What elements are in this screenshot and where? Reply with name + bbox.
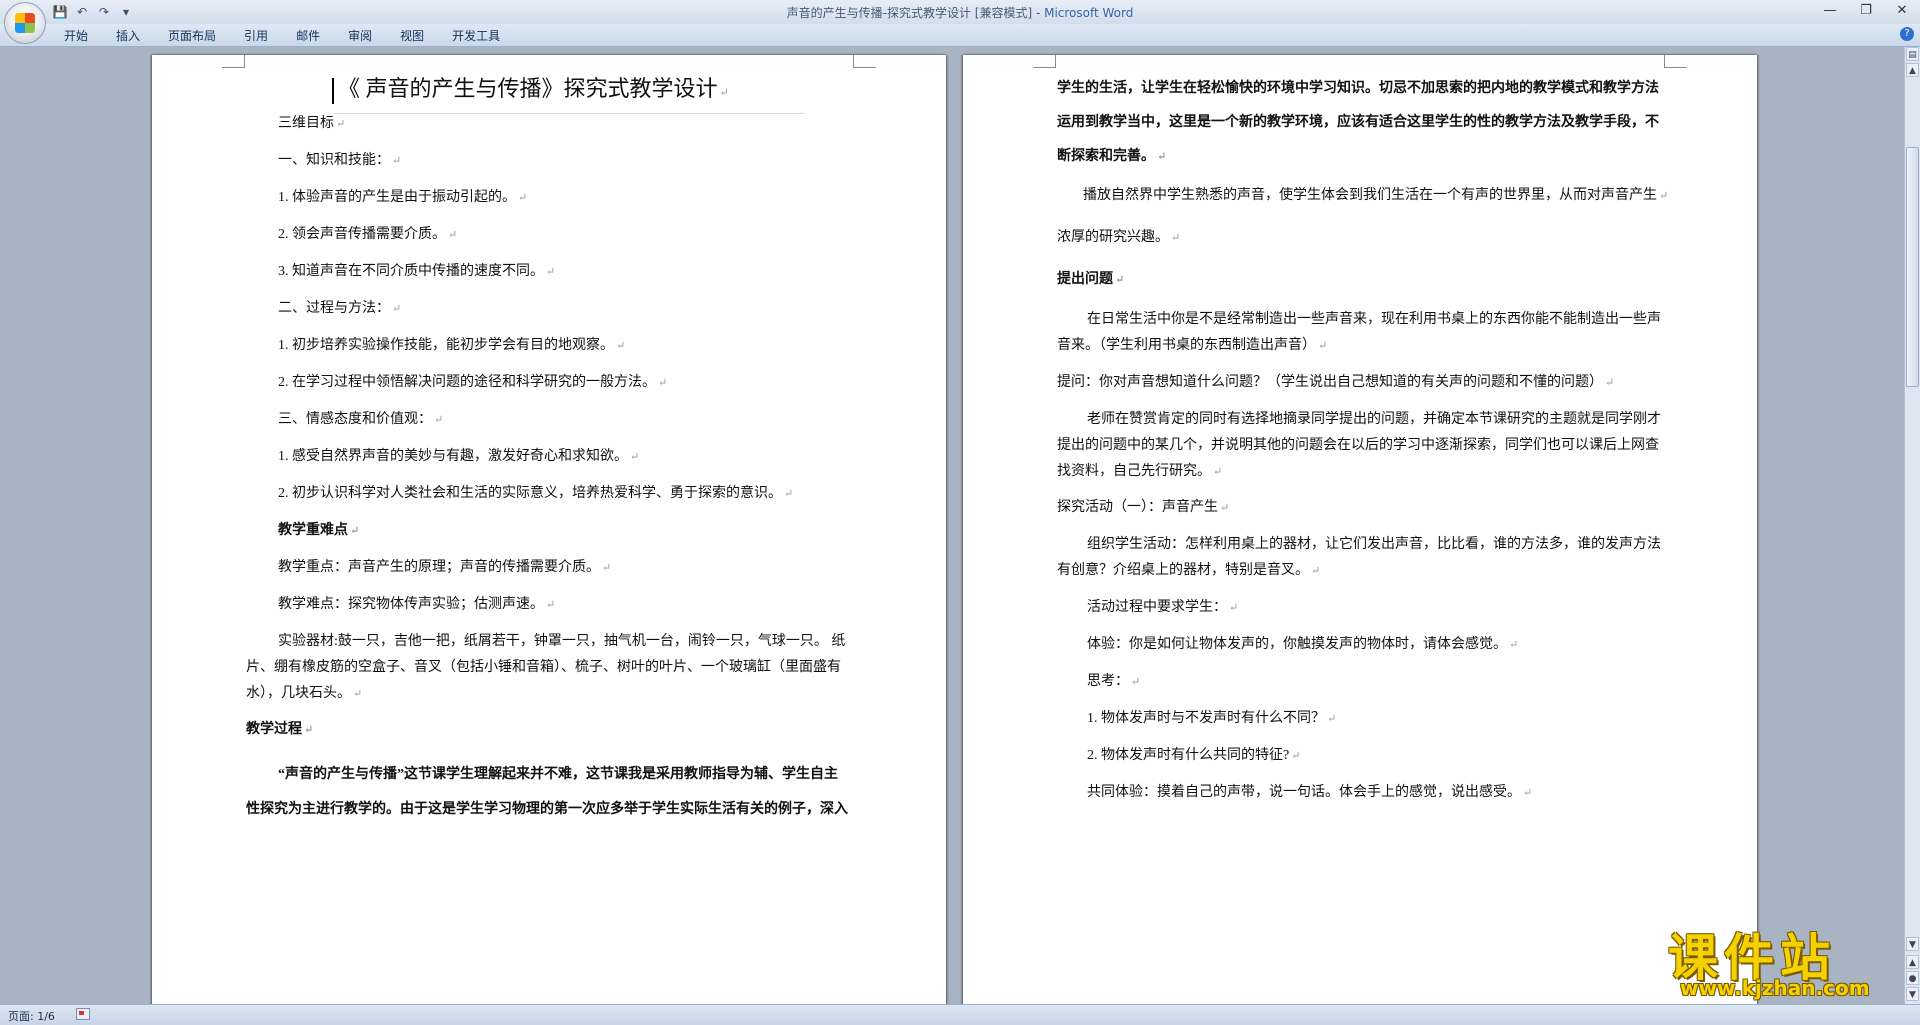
tab-insert[interactable]: 插入 [102, 26, 154, 46]
watermark-url: www.kjzhan.com [1680, 976, 1870, 1000]
heading-rule [334, 113, 804, 114]
paragraph-line: 实验器材:鼓一只，吉他一把，纸屑若干，钟罩一只，抽气机一台，闹铃一只，气球一只。… [278, 634, 846, 649]
paragraph: 二、过程与方法： ↵ [278, 301, 402, 316]
ribbon-tab-bar: 开始 插入 页面布局 引用 邮件 审阅 视图 开发工具 ? [0, 24, 1920, 47]
office-button[interactable] [4, 2, 46, 44]
paragraph: 1. 初步培养实验操作技能，能初步学会有目的地观察。 ↵ [278, 338, 626, 353]
tab-view[interactable]: 视图 [386, 26, 438, 46]
paragraph-mark: ↵ [719, 87, 729, 99]
title-bar: 💾 ↶ ↷ ▾ 声音的产生与传播-探究式教学设计 [兼容模式] - Micros… [0, 0, 1920, 25]
site-watermark: 课件站 www.kjzhan.com [1660, 918, 1910, 1008]
paragraph: 1. 体验声音的产生是由于振动引起的。 ↵ [278, 190, 528, 205]
paragraph-line: 断探索和完善。 ↵ [1057, 149, 1167, 164]
tab-review[interactable]: 审阅 [334, 26, 386, 46]
document-heading: 《 声音的产生与传播》探究式教学设计 ↵ [332, 71, 729, 104]
document-title: 声音的产生与传播-探究式教学设计 [兼容模式] - [786, 6, 1045, 20]
paragraph: 三维目标 ↵ [278, 116, 346, 131]
paragraph: 2. 初步认识科学对人类社会和生活的实际意义，培养热爱科学、勇于探索的意识。 ↵ [278, 486, 794, 501]
paragraph-line: 组织学生活动：怎样利用桌上的器材，让它们发出声音，比比看，谁的方法多，谁的发声方… [1087, 537, 1661, 552]
page-1[interactable]: 《 声音的产生与传播》探究式教学设计 ↵ 三维目标 ↵ 一、知识和技能： ↵ 1. 体… [152, 55, 946, 1005]
office-logo-icon [15, 13, 35, 33]
paragraph: 一、知识和技能： ↵ [278, 153, 402, 168]
page-2[interactable]: 学生的生活，让学生在轻松愉快的环境中学习知识。切忌不加思索的把内地的教学模式和教… [963, 55, 1757, 1005]
paragraph-line: 提问：你对声音想知道什么问题？（学生说出自己想知道的有关声的问题和不懂的问题） ↵ [1057, 375, 1615, 390]
paragraph: 3. 知道声音在不同介质中传播的速度不同。 ↵ [278, 264, 556, 279]
app-name: Microsoft Word [1044, 6, 1134, 20]
paragraph: 教学难点：探究物体传声实验；估测声速。 ↵ [278, 597, 556, 612]
paragraph-line: 提出的问题中的某几个，并说明其他的问题会在以后的学习中逐渐探索，同学们也可以课后… [1057, 438, 1659, 453]
paragraph: 1. 感受自然界声音的美妙与有趣，激发好奇心和求知欲。 ↵ [278, 449, 640, 464]
ruler-toggle-icon[interactable]: ▤ [1906, 47, 1919, 61]
section-heading: 探究活动（一）：声音产生 ↵ [1057, 500, 1230, 515]
help-icon[interactable]: ? [1900, 27, 1914, 41]
margin-corner-mark [222, 55, 245, 68]
window-controls: — ❐ ✕ [1816, 2, 1916, 20]
scrollbar-thumb[interactable] [1906, 147, 1919, 387]
paragraph-line: 运用到教学当中，这里是一个新的教学环境，应该有适合这里学生的性的教学方法及教学手… [1057, 115, 1659, 130]
tab-page-layout[interactable]: 页面布局 [154, 26, 230, 46]
document-area: 《 声音的产生与传播》探究式教学设计 ↵ 三维目标 ↵ 一、知识和技能： ↵ 1. 体… [0, 47, 1905, 1005]
paragraph: 三、情感态度和价值观： ↵ [278, 412, 444, 427]
paragraph-line: 播放自然界中学生熟悉的声音，使学生体会到我们生活在一个有声的世界里，从而对声音产… [1083, 188, 1669, 203]
paragraph-line: 性探究为主进行教学的。由于这是学生学习物理的第一次应多举于学生实际生活有关的例子… [246, 802, 848, 817]
paragraph: 2. 领会声音传播需要介质。 ↵ [278, 227, 458, 242]
paragraph-line: 片、绷有橡皮筋的空盒子、音叉（包括小锤和音箱）、梳子、树叶的叶片、一个玻璃缸（里… [246, 660, 841, 675]
paragraph-line: 体验：你是如何让物体发声的，你触摸发声的物体时，请体会感觉。 ↵ [1087, 637, 1519, 652]
section-heading: 教学重难点 ↵ [278, 523, 360, 538]
paragraph-line: 音来。（学生利用书桌的东西制造出声音） ↵ [1057, 338, 1328, 353]
page-count[interactable]: 页面: 1/6 [8, 1008, 55, 1024]
ribbon-tabs: 开始 插入 页面布局 引用 邮件 审阅 视图 开发工具 [50, 26, 514, 46]
paragraph-line: 水），几块石头。 ↵ [246, 686, 363, 701]
tab-home[interactable]: 开始 [50, 26, 102, 46]
scroll-up-icon[interactable]: ▲ [1906, 63, 1919, 77]
paragraph-line: “声音的产生与传播”这节课学生理解起来并不难，这节课我是采用教师指导为辅、学生自… [278, 767, 838, 782]
margin-corner-mark [853, 55, 876, 68]
heading-text: 《 声音的产生与传播》探究式教学设计 [338, 76, 718, 101]
proofing-status-icon[interactable] [76, 1008, 90, 1020]
close-button[interactable]: ✕ [1888, 2, 1916, 20]
paragraph-line: 活动过程中要求学生： ↵ [1087, 600, 1239, 615]
paragraph-line: 思考： ↵ [1087, 674, 1141, 689]
paragraph-line: 有创意？介绍桌上的器材，特别是音叉。 ↵ [1057, 563, 1321, 578]
paragraph-line: 学生的生活，让学生在轻松愉快的环境中学习知识。切忌不加思索的把内地的教学模式和教… [1057, 81, 1659, 96]
paragraph-line: 找资料，自己先行研究。 ↵ [1057, 464, 1223, 479]
window-title: 声音的产生与传播-探究式教学设计 [兼容模式] - Microsoft Word [0, 4, 1920, 21]
margin-corner-mark [1033, 55, 1056, 68]
paragraph: 教学重点：声音产生的原理；声音的传播需要介质。 ↵ [278, 560, 612, 575]
paragraph-line: 1. 物体发声时与不发声时有什么不同？ ↵ [1087, 711, 1337, 726]
text-cursor [332, 77, 334, 104]
paragraph-line: 在日常生活中你是不是经常制造出一些声音来，现在利用书桌上的东西你能不能制造出一些… [1087, 312, 1661, 327]
tab-mailings[interactable]: 邮件 [282, 26, 334, 46]
minimize-button[interactable]: — [1816, 2, 1844, 20]
paragraph-line: 老师在赞赏肯定的同时有选择地摘录同学提出的问题，并确定本节课研究的主题就是同学刚… [1087, 412, 1661, 427]
paragraph: 2. 在学习过程中领悟解决问题的途径和科学研究的一般方法。 ↵ [278, 375, 668, 390]
section-heading: 提出问题 ↵ [1057, 272, 1125, 287]
tab-developer[interactable]: 开发工具 [438, 26, 514, 46]
margin-corner-mark [1664, 55, 1687, 68]
paragraph-line: 浓厚的研究兴趣。 ↵ [1057, 230, 1181, 245]
vertical-scrollbar[interactable]: ▤ ▲ ▼ ▲ ● ▼ [1904, 47, 1920, 1005]
maximize-button[interactable]: ❐ [1852, 2, 1880, 20]
paragraph-line: 共同体验：摸着自己的声带，说一句话。体会手上的感觉，说出感受。 ↵ [1087, 785, 1533, 800]
section-heading: 教学过程 ↵ [246, 722, 314, 737]
paragraph-line: 2. 物体发声时有什么共同的特征? ↵ [1087, 748, 1301, 763]
status-bar: 页面: 1/6 [0, 1004, 1920, 1025]
tab-references[interactable]: 引用 [230, 26, 282, 46]
